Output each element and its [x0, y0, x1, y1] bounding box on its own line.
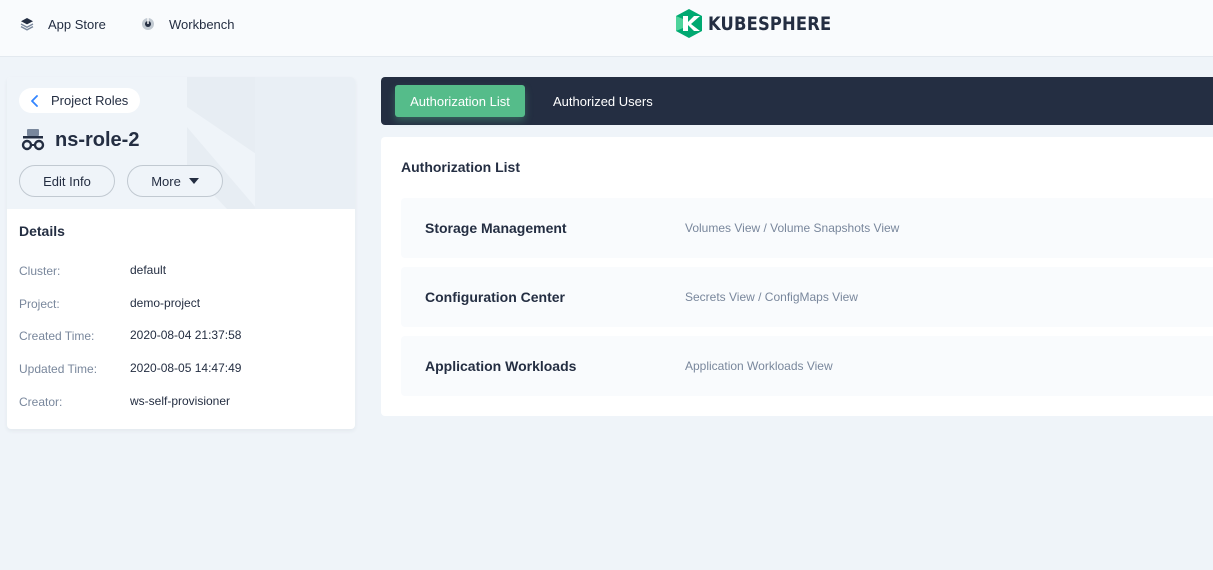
- module-name: Storage Management: [425, 220, 567, 236]
- detail-value: default: [130, 263, 167, 277]
- detail-value: ws-self-provisioner: [130, 394, 231, 408]
- module-permissions: Volumes View / Volume Snapshots View: [685, 221, 900, 235]
- nav-workbench-label: Workbench: [169, 16, 235, 32]
- back-to-project-roles[interactable]: Project Roles: [19, 88, 141, 113]
- section-title: Authorization List: [401, 159, 520, 175]
- layers-icon: [20, 17, 34, 31]
- authorization-list-card: Authorization List Storage Management Vo…: [381, 137, 1213, 416]
- detail-value: 2020-08-05 14:47:49: [130, 361, 242, 375]
- dashboard-icon: [141, 17, 155, 31]
- role-icon: [19, 127, 47, 153]
- tab-authorization-list[interactable]: Authorization List: [395, 85, 525, 117]
- logo-text: KUBESPHERE: [708, 12, 832, 35]
- detail-key: Created Time:: [19, 329, 95, 343]
- more-button[interactable]: More: [127, 165, 223, 197]
- detail-key: Cluster:: [19, 264, 61, 278]
- module-name: Configuration Center: [425, 289, 565, 305]
- back-label: Project Roles: [51, 93, 129, 108]
- detail-value: 2020-08-04 21:37:58: [130, 328, 242, 342]
- kubesphere-logo-icon: [676, 9, 702, 38]
- detail-key: Updated Time:: [19, 362, 98, 376]
- chevron-left-icon: [29, 94, 41, 107]
- detail-value: demo-project: [130, 296, 201, 310]
- role-name: ns-role-2: [55, 128, 140, 151]
- list-item: Configuration Center Secrets View / Conf…: [401, 267, 1213, 327]
- module-permissions: Secrets View / ConfigMaps View: [685, 290, 858, 304]
- tab-bar: Authorization List Authorized Users: [381, 77, 1213, 125]
- list-item: Application Workloads Application Worklo…: [401, 336, 1213, 396]
- caret-down-icon: [188, 178, 199, 184]
- role-info-panel: Project Roles ns-role-2 Edit Info More D…: [7, 77, 355, 429]
- module-permissions: Application Workloads View: [685, 359, 833, 373]
- role-header-card: Project Roles ns-role-2 Edit Info More: [7, 77, 355, 209]
- tab-authorized-users[interactable]: Authorized Users: [539, 85, 667, 117]
- list-item: Storage Management Volumes View / Volume…: [401, 198, 1213, 258]
- detail-key: Creator:: [19, 395, 63, 409]
- top-header: App Store Workbench KUBESPHERE: [0, 0, 1213, 57]
- detail-key: Project:: [19, 297, 60, 311]
- nav-app-store-label: App Store: [48, 16, 106, 32]
- details-title: Details: [19, 223, 65, 239]
- nav-workbench[interactable]: Workbench: [141, 16, 235, 32]
- kubesphere-logo[interactable]: KUBESPHERE: [676, 9, 851, 38]
- nav-app-store[interactable]: App Store: [20, 16, 106, 32]
- edit-info-button[interactable]: Edit Info: [19, 165, 115, 197]
- page-title: ns-role-2: [19, 127, 139, 153]
- more-button-label: More: [151, 173, 181, 189]
- module-name: Application Workloads: [425, 358, 577, 374]
